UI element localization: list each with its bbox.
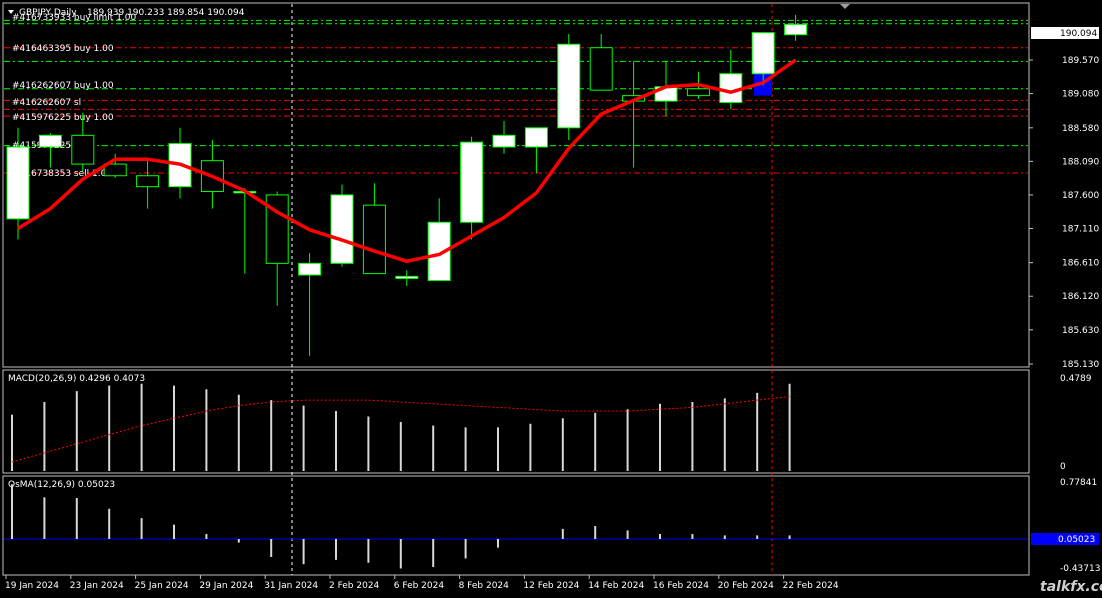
- bear-candle[interactable]: [71, 134, 95, 165]
- time-axis-label: 23 Jan 2024: [70, 581, 124, 591]
- bull-candle[interactable]: [6, 146, 30, 220]
- time-axis-label: 25 Jan 2024: [135, 581, 189, 591]
- osma-axis-current: 0.05023: [1058, 535, 1095, 545]
- chart-shift-marker-icon[interactable]: [840, 4, 850, 9]
- osma-title: OsMA(12,26,9) 0.05023: [8, 480, 115, 490]
- current-price-label: 190.094: [1060, 29, 1097, 39]
- bull-candle[interactable]: [395, 275, 419, 279]
- bear-candle[interactable]: [589, 47, 613, 91]
- bull-candle[interactable]: [330, 194, 354, 264]
- bull-candle[interactable]: [557, 43, 581, 129]
- price-axis-label: 186.120: [1062, 292, 1099, 302]
- bull-candle[interactable]: [719, 73, 743, 103]
- macd-axis-top: 0.4789: [1060, 374, 1092, 384]
- price-axis-label: 189.080: [1062, 90, 1099, 100]
- order-label[interactable]: #415976225 buy 1.00: [12, 113, 114, 123]
- price-axis-label: 187.600: [1062, 191, 1099, 201]
- order-label[interactable]: #416733933 buy limit 1.00: [12, 13, 137, 23]
- bear-candle[interactable]: [362, 204, 386, 275]
- bull-candle[interactable]: [460, 141, 484, 223]
- price-axis-label: 185.630: [1062, 326, 1099, 336]
- time-axis-label: 2 Feb 2024: [329, 581, 380, 591]
- time-axis-label: 16 Feb 2024: [653, 581, 709, 591]
- bull-candle[interactable]: [524, 127, 548, 148]
- time-axis-label: 29 Jan 2024: [199, 581, 253, 591]
- time-axis-label: 20 Feb 2024: [718, 581, 774, 591]
- price-axis-label: 187.110: [1062, 224, 1099, 234]
- bull-candle[interactable]: [492, 134, 516, 148]
- bull-candle[interactable]: [751, 32, 775, 75]
- macd-panel-frame: [2, 369, 1030, 474]
- order-label[interactable]: #416262607 sl: [12, 98, 81, 108]
- time-axis-label: 8 Feb 2024: [459, 581, 510, 591]
- time-axis-label: 19 Jan 2024: [5, 581, 59, 591]
- time-axis-label: 31 Jan 2024: [264, 581, 318, 591]
- price-axis-label: 186.610: [1062, 259, 1099, 269]
- chart-canvas[interactable]: GBPJPY,Daily 189.939 190.233 189.854 190…: [0, 0, 1102, 598]
- bull-candle[interactable]: [298, 262, 322, 276]
- moving-average-line: [17, 58, 797, 264]
- price-axis-label: 188.090: [1062, 157, 1099, 167]
- time-axis-label: 6 Feb 2024: [394, 581, 445, 591]
- macd-title: MACD(20,26,9) 0.4296 0.4073: [8, 374, 145, 384]
- trading-chart-window[interactable]: GBPJPY,Daily 189.939 190.233 189.854 190…: [0, 0, 1102, 598]
- watermark-text: talkfx.com: [1040, 579, 1102, 595]
- time-axis-label: 12 Feb 2024: [523, 581, 579, 591]
- bear-candle[interactable]: [136, 175, 160, 188]
- bull-candle[interactable]: [38, 134, 62, 148]
- bear-candle[interactable]: [686, 88, 710, 97]
- time-axis-label: 14 Feb 2024: [588, 581, 644, 591]
- osma-axis-bottom: -0.43713: [1060, 564, 1100, 574]
- price-axis-label: 188.580: [1062, 124, 1099, 134]
- time-axis-label: 22 Feb 2024: [783, 581, 839, 591]
- bull-candle[interactable]: [784, 23, 808, 36]
- order-label[interactable]: #416262607 buy 1.00: [12, 81, 114, 91]
- osma-axis-top: 0.77841: [1060, 478, 1097, 488]
- order-label[interactable]: #416463395 buy 1.00: [12, 44, 114, 54]
- osma-panel-frame: [2, 475, 1030, 576]
- price-axis-label: 189.570: [1062, 56, 1099, 66]
- macd-axis-zero: 0: [1060, 462, 1066, 472]
- price-axis-label: 185.130: [1062, 360, 1099, 370]
